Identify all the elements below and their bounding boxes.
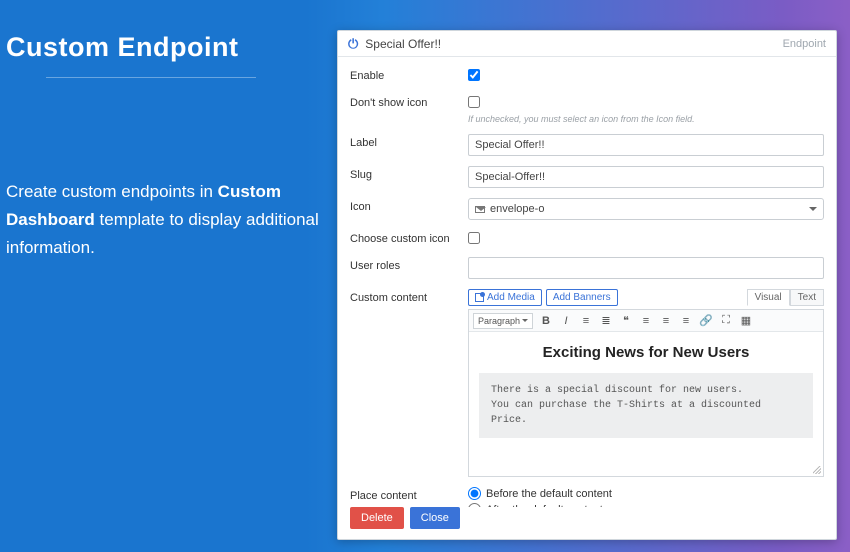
- field-custom-icon: Choose custom icon: [350, 230, 824, 247]
- content-label: Custom content: [350, 289, 468, 304]
- media-icon: [475, 293, 484, 302]
- roles-label: User roles: [350, 257, 468, 272]
- roles-input[interactable]: [468, 257, 824, 279]
- paragraph-select[interactable]: Paragraph: [473, 313, 533, 329]
- slug-label: Slug: [350, 166, 468, 181]
- align-center-icon[interactable]: ≡: [659, 314, 673, 328]
- italic-icon[interactable]: I: [559, 314, 573, 328]
- field-enable: Enable: [350, 67, 824, 84]
- noicon-hint: If unchecked, you must select an icon fr…: [468, 114, 824, 124]
- field-icon: Icon envelope-o: [350, 198, 824, 220]
- place-radio-before[interactable]: [468, 487, 481, 500]
- label-input[interactable]: [468, 134, 824, 156]
- bold-icon[interactable]: B: [539, 314, 553, 328]
- place-label: Place content: [350, 487, 468, 502]
- description-text: Create custom endpoints in Custom Dashbo…: [6, 178, 326, 262]
- media-button-row: Add Media Add Banners Visual Text: [468, 289, 824, 306]
- sidebar-description: Custom Endpoint Create custom endpoints …: [6, 32, 326, 262]
- title-underline: [46, 77, 256, 78]
- field-user-roles: User roles: [350, 257, 824, 279]
- close-button[interactable]: Close: [410, 507, 460, 529]
- noicon-checkbox[interactable]: [468, 96, 480, 108]
- field-slug: Slug: [350, 166, 824, 188]
- delete-button[interactable]: Delete: [350, 507, 404, 529]
- link-icon[interactable]: 🔗: [699, 314, 713, 328]
- enable-checkbox[interactable]: [468, 69, 480, 81]
- icon-label: Icon: [350, 198, 468, 213]
- field-dont-show-icon: Don't show icon If unchecked, you must s…: [350, 94, 824, 124]
- chevron-down-icon: [522, 319, 528, 322]
- editor-tabs: Visual Text: [747, 289, 824, 306]
- resize-grip-icon[interactable]: [813, 466, 821, 474]
- envelope-icon: [475, 206, 485, 213]
- field-label: Label: [350, 134, 824, 156]
- editor-content-block: There is a special discount for new user…: [479, 373, 813, 438]
- editor-toolbar: Paragraph B I ≡ ≣ ❝ ≡ ≡ ≡ 🔗 ⛶ ▦: [469, 310, 823, 332]
- more-icon[interactable]: ▦: [739, 314, 753, 328]
- align-right-icon[interactable]: ≡: [679, 314, 693, 328]
- panel-title: Special Offer!!: [365, 37, 441, 51]
- endpoint-form-panel: ⏻ Special Offer!! Endpoint Enable Don't …: [337, 30, 837, 540]
- align-left-icon[interactable]: ≡: [639, 314, 653, 328]
- rich-text-editor: Paragraph B I ≡ ≣ ❝ ≡ ≡ ≡ 🔗 ⛶ ▦: [468, 309, 824, 477]
- field-custom-content: Custom content Add Media Add Banners Vis…: [350, 289, 824, 477]
- list-bullet-icon[interactable]: ≡: [579, 314, 593, 328]
- tab-visual[interactable]: Visual: [747, 289, 790, 306]
- custom-icon-checkbox[interactable]: [468, 232, 480, 244]
- noicon-label: Don't show icon: [350, 94, 468, 109]
- add-media-button[interactable]: Add Media: [468, 289, 542, 306]
- list-number-icon[interactable]: ≣: [599, 314, 613, 328]
- field-place-content: Place content Before the default content…: [350, 487, 824, 507]
- icon-select-value: envelope-o: [490, 203, 544, 215]
- page-title: Custom Endpoint: [6, 32, 326, 77]
- panel-type-label: Endpoint: [783, 38, 826, 50]
- custom-icon-label: Choose custom icon: [350, 230, 468, 245]
- panel-body: Enable Don't show icon If unchecked, you…: [338, 57, 836, 507]
- power-icon[interactable]: ⏻: [348, 36, 358, 52]
- label-label: Label: [350, 134, 468, 149]
- place-option-before[interactable]: Before the default content: [468, 487, 824, 500]
- editor-body[interactable]: Exciting News for New Users There is a s…: [469, 332, 823, 476]
- tab-text[interactable]: Text: [790, 289, 824, 306]
- quote-icon[interactable]: ❝: [619, 314, 633, 328]
- add-banners-button[interactable]: Add Banners: [546, 289, 618, 306]
- slug-input[interactable]: [468, 166, 824, 188]
- panel-header: ⏻ Special Offer!! Endpoint: [338, 31, 836, 57]
- editor-heading: Exciting News for New Users: [479, 344, 813, 361]
- enable-label: Enable: [350, 67, 468, 82]
- panel-footer: Delete Close: [338, 507, 836, 539]
- fullscreen-icon[interactable]: ⛶: [719, 314, 733, 328]
- icon-select[interactable]: envelope-o: [468, 198, 824, 220]
- chevron-down-icon: [809, 207, 817, 211]
